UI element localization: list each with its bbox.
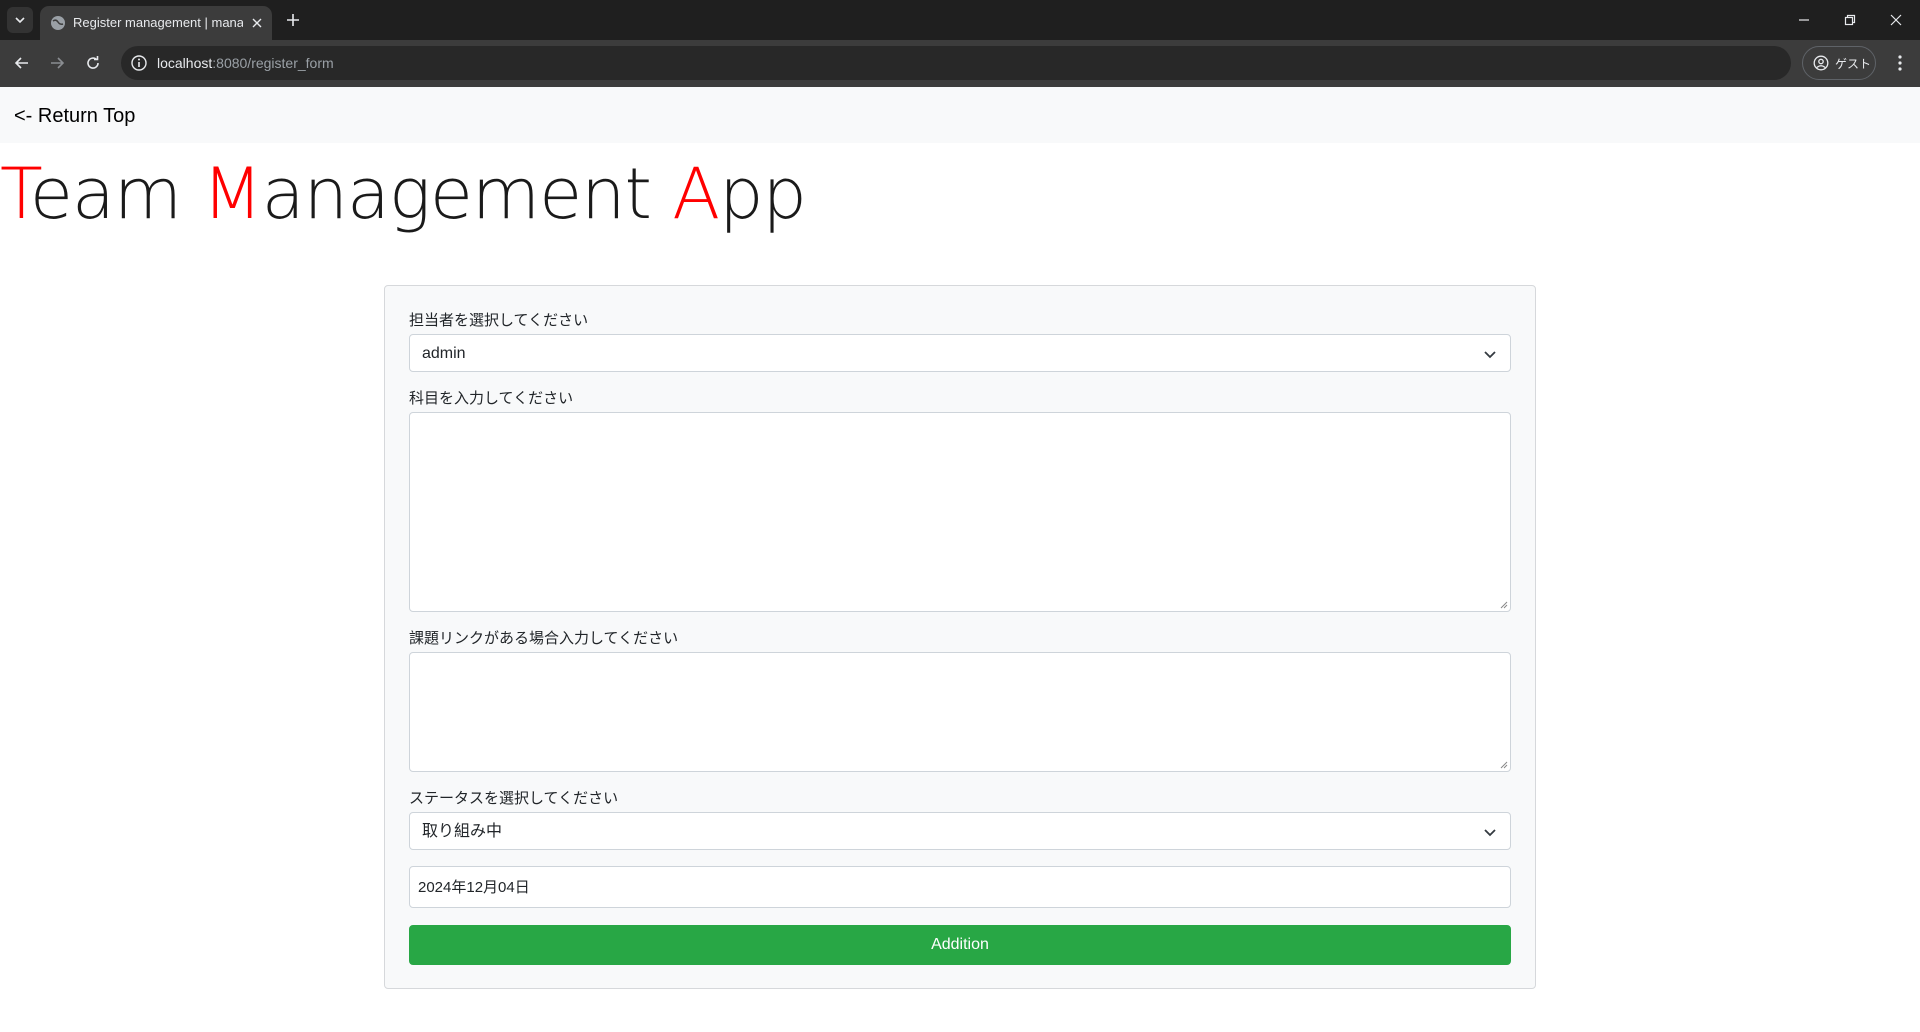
status-label: ステータスを選択してください <box>409 790 619 807</box>
url-path: :8080/register_form <box>212 55 334 71</box>
profile-label: ゲスト <box>1835 56 1872 71</box>
browser-toolbar: localhost:8080/register_form ゲスト <box>0 40 1920 87</box>
date-value: 2024年12月04日 <box>418 879 530 896</box>
title-initial-t: T <box>0 153 31 235</box>
globe-icon <box>51 16 65 30</box>
assignee-selected-value: admin <box>422 345 466 362</box>
restore-icon <box>1844 14 1856 26</box>
chevron-down-icon <box>1484 829 1496 837</box>
browser-tab-active[interactable]: Register management | manage <box>40 6 272 40</box>
addition-button[interactable]: Addition <box>409 925 1511 965</box>
status-selected-value: 取り組み中 <box>422 823 503 840</box>
title-word-team: eam <box>29 153 203 235</box>
assignee-select[interactable]: admin <box>409 334 1511 372</box>
minimize-window-button[interactable] <box>1792 8 1816 32</box>
return-top-link[interactable]: <- Return Top <box>14 104 135 128</box>
register-form: 担当者を選択してください admin 科目を入力してください 課題リンクがある場… <box>384 285 1536 989</box>
title-initial-a: A <box>672 153 720 235</box>
title-word-management: anagement <box>261 153 673 235</box>
browser-tab-strip: Register management | manage <box>0 0 1920 40</box>
title-word-app: pp <box>719 153 807 235</box>
back-button[interactable] <box>9 50 35 76</box>
title-initial-m: M <box>202 153 262 235</box>
restore-window-button[interactable] <box>1838 8 1862 32</box>
profile-button[interactable]: ゲスト <box>1802 46 1876 80</box>
tab-close-button[interactable] <box>248 14 266 32</box>
url-text: localhost:8080/register_form <box>157 55 334 71</box>
subject-label: 科目を入力してください <box>409 390 574 407</box>
minimize-icon <box>1799 19 1809 21</box>
url-host: localhost <box>157 55 213 71</box>
task-link-label: 課題リンクがある場合入力してください <box>409 630 679 647</box>
address-bar[interactable]: localhost:8080/register_form <box>121 46 1791 80</box>
page-title: Team Management App <box>0 148 807 240</box>
close-icon <box>1890 14 1902 26</box>
browser-menu-button[interactable] <box>1888 51 1912 75</box>
site-info-icon[interactable] <box>129 53 149 73</box>
resize-grip-icon[interactable] <box>1498 759 1508 769</box>
reload-button[interactable] <box>80 50 106 76</box>
close-window-button[interactable] <box>1884 8 1908 32</box>
chevron-down-icon <box>15 17 25 24</box>
status-select[interactable]: 取り組み中 <box>409 812 1511 850</box>
new-tab-button[interactable] <box>282 9 304 31</box>
arrow-right-icon <box>51 57 65 69</box>
assignee-label: 担当者を選択してください <box>409 312 589 329</box>
close-icon <box>252 18 262 28</box>
subject-textarea[interactable] <box>409 412 1511 612</box>
chevron-down-icon <box>1484 351 1496 359</box>
forward-button[interactable] <box>44 50 70 76</box>
tab-search-button[interactable] <box>7 7 33 33</box>
more-vertical-icon <box>1898 55 1902 71</box>
top-navbar: <- Return Top <box>0 87 1920 143</box>
resize-grip-icon[interactable] <box>1498 599 1508 609</box>
reload-icon <box>87 56 99 69</box>
tab-title: Register management | manage <box>73 15 243 30</box>
date-input[interactable]: 2024年12月04日 <box>409 866 1511 908</box>
account-circle-icon <box>1813 55 1829 71</box>
arrow-left-icon <box>14 57 28 69</box>
plus-icon <box>287 14 299 26</box>
task-link-textarea[interactable] <box>409 652 1511 772</box>
